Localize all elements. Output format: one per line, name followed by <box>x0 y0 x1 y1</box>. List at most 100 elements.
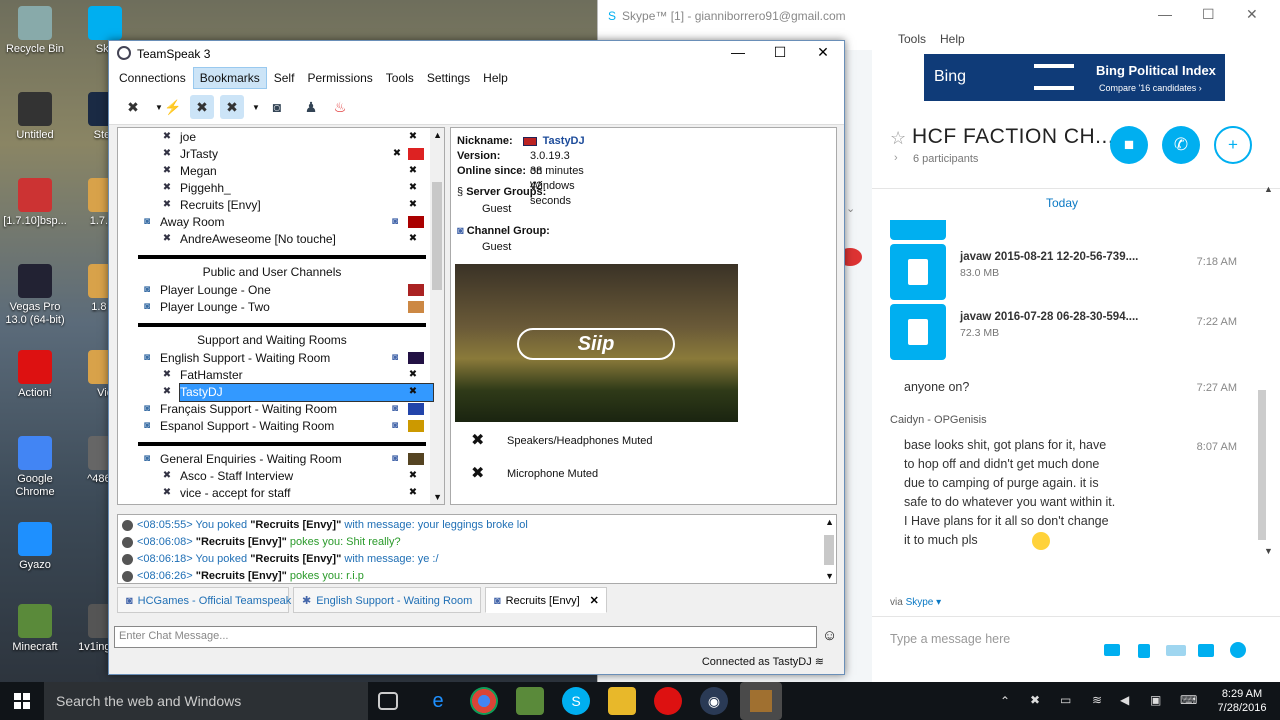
voice-call-button[interactable]: ✆ <box>1162 126 1200 164</box>
chevron-right-icon[interactable]: › <box>894 152 898 164</box>
close-tab-icon[interactable]: ✕ <box>590 595 599 607</box>
client-row[interactable]: ✖ TastyDJ ✖ <box>118 383 434 402</box>
channel-row[interactable]: ◙ Away Room ◙ <box>118 214 426 231</box>
desktop-icon[interactable]: Google Chrome <box>0 436 70 499</box>
client-row[interactable]: ✖ Piggehh_ ✖ <box>118 180 426 197</box>
via-skype-dropdown[interactable]: Skype ▾ <box>906 597 942 608</box>
log-username[interactable]: "Recruits [Envy]" <box>250 553 341 565</box>
chat-tab[interactable]: ✱ English Support - Waiting Room <box>293 587 481 613</box>
file-thumbnail[interactable] <box>890 244 946 300</box>
client-row[interactable]: ✖ FatHamster ✖ <box>118 367 426 384</box>
chrome-icon[interactable] <box>470 687 498 715</box>
client-row[interactable]: ✖ JrTasty ✖ <box>118 146 426 163</box>
volume-icon[interactable]: ◀ <box>1120 693 1129 707</box>
minecraft-launcher-icon[interactable] <box>740 682 782 720</box>
action-recorder-icon[interactable] <box>654 687 682 715</box>
emoticon-icon[interactable]: ☺ <box>822 627 837 644</box>
minimize-button[interactable]: — <box>723 44 753 60</box>
desktop-icon[interactable]: Minecraft <box>0 604 70 654</box>
wifi-icon[interactable]: ≋ <box>1092 693 1102 707</box>
away-status-icon[interactable]: ◙ <box>265 95 289 119</box>
scrollbar-thumb[interactable] <box>1258 390 1266 540</box>
menu-permissions[interactable]: Permissions <box>301 68 378 88</box>
participants-count[interactable]: 6 participants <box>913 153 978 165</box>
maximize-button[interactable]: ☐ <box>765 44 795 61</box>
menu-help[interactable]: Help <box>477 68 514 88</box>
client-row[interactable]: ✖ vice - accept for staff ✖ <box>118 485 426 502</box>
chevron-down-icon[interactable] <box>122 351 136 365</box>
keyboard-icon[interactable]: ⌨ <box>1180 693 1197 707</box>
menu-settings[interactable]: Settings <box>421 68 476 88</box>
file-explorer-icon[interactable] <box>608 687 636 715</box>
favorite-star-icon[interactable]: ☆ <box>890 128 906 149</box>
skype-message-input[interactable]: Type a message here <box>890 632 1010 646</box>
battery-icon[interactable]: ▭ <box>1060 693 1071 707</box>
chevron-down-icon[interactable] <box>122 452 136 466</box>
log-username[interactable]: "Recruits [Envy]" <box>250 519 341 531</box>
minimize-button[interactable]: — <box>1158 6 1172 22</box>
chat-tab[interactable]: ◙ HCGames - Official Teamspeak <box>117 587 291 613</box>
mute-microphone-button[interactable]: ✖ <box>190 95 214 119</box>
minecraft-icon[interactable] <box>516 687 544 715</box>
log-username[interactable]: "Recruits [Envy]" <box>196 536 287 548</box>
skype-menu-help[interactable]: Help <box>940 32 965 46</box>
file-thumb-partial[interactable] <box>890 220 946 240</box>
menu-tools[interactable]: Tools <box>380 68 420 88</box>
channel-row[interactable]: ◙ Français Support - Waiting Room ◙ <box>118 401 426 418</box>
chat-tab[interactable]: ◙ Recruits [Envy] ✕ <box>485 587 607 613</box>
send-file-icon[interactable] <box>1138 644 1150 658</box>
desktop-icon[interactable]: Action! <box>0 350 70 400</box>
chevron-down-icon[interactable]: ⌄ <box>846 202 858 220</box>
channel-row[interactable]: ◙ Espanol Support - Waiting Room ◙ <box>118 418 426 435</box>
desktop-icon[interactable]: Untitled <box>0 92 70 142</box>
desktop-icon[interactable]: Recycle Bin <box>0 6 70 56</box>
desktop-icon[interactable]: [1.7.10]bsp... <box>0 178 70 228</box>
scroll-down-icon[interactable]: ▼ <box>825 571 834 581</box>
bing-ad-banner[interactable]: Bing Bing Political Index Compare '16 ca… <box>924 54 1225 101</box>
menu-bookmarks[interactable]: Bookmarks <box>192 67 267 89</box>
channel-row[interactable]: ◙ General Enquiries - Waiting Room ◙ <box>118 451 426 468</box>
edge-icon[interactable]: e <box>424 687 452 715</box>
contact-card-icon[interactable] <box>1198 644 1214 657</box>
send-image-icon[interactable] <box>1104 644 1120 656</box>
taskbar-clock[interactable]: 8:29 AM 7/28/2016 <box>1212 687 1272 715</box>
channel-row[interactable]: ◙ Player Lounge - One <box>118 282 426 299</box>
chevron-up-icon[interactable]: ⌃ <box>1000 694 1010 708</box>
teamspeak-tray-icon[interactable]: ✖ <box>1030 693 1040 707</box>
client-row[interactable]: ✖ joe ✖ <box>118 129 426 146</box>
client-row[interactable]: ✖ AndreAweseome [No touche] ✖ <box>118 231 426 248</box>
video-message-icon[interactable] <box>1166 645 1186 656</box>
emoticon-icon[interactable] <box>1230 642 1246 658</box>
scroll-down-icon[interactable]: ▼ <box>433 492 442 502</box>
task-view-icon[interactable] <box>378 692 398 710</box>
maximize-button[interactable]: ☐ <box>1202 6 1215 23</box>
contacts-icon[interactable]: ♟ <box>299 95 323 119</box>
skype-icon[interactable]: S <box>562 687 590 715</box>
skype-menu-tools[interactable]: Tools <box>898 32 926 46</box>
desktop-icon[interactable]: Gyazo <box>0 522 70 572</box>
close-button[interactable]: ✕ <box>1246 6 1258 23</box>
channel-row[interactable]: ◙ Player Lounge - Two <box>118 299 426 316</box>
log-username[interactable]: "Recruits [Envy]" <box>196 570 287 582</box>
windows-start-icon[interactable] <box>14 693 30 709</box>
scroll-up-icon[interactable]: ▲ <box>825 517 834 527</box>
video-call-button[interactable]: ■ <box>1110 126 1148 164</box>
chat-message-input[interactable]: Enter Chat Message... <box>114 626 817 648</box>
file-thumbnail[interactable] <box>890 304 946 360</box>
teamspeak-icon[interactable]: ◉ <box>700 687 728 715</box>
chevron-down-icon[interactable] <box>122 215 136 229</box>
menu-connections[interactable]: Connections <box>113 68 192 88</box>
notification-icon[interactable]: ▣ <box>1150 693 1161 707</box>
scroll-down-icon[interactable]: ▼ <box>1264 546 1273 556</box>
client-row[interactable]: ✖ Megan ✖ <box>118 163 426 180</box>
scrollbar-thumb[interactable] <box>824 535 834 565</box>
bookmark-flame-icon[interactable]: ♨ <box>328 95 352 119</box>
mute-speakers-button[interactable]: ✖ <box>220 95 244 119</box>
client-row[interactable]: ✖ Asco - Staff Interview ✖ <box>118 468 426 485</box>
scrollbar-thumb[interactable] <box>432 182 442 290</box>
disconnect-icon[interactable]: ⚡ <box>161 95 185 119</box>
desktop-icon[interactable]: Vegas Pro 13.0 (64-bit) <box>0 264 70 327</box>
client-row[interactable]: ✖ Recruits [Envy] ✖ <box>118 197 426 214</box>
connect-icon[interactable]: ✖ <box>121 95 145 119</box>
scroll-up-icon[interactable]: ▲ <box>433 130 442 140</box>
